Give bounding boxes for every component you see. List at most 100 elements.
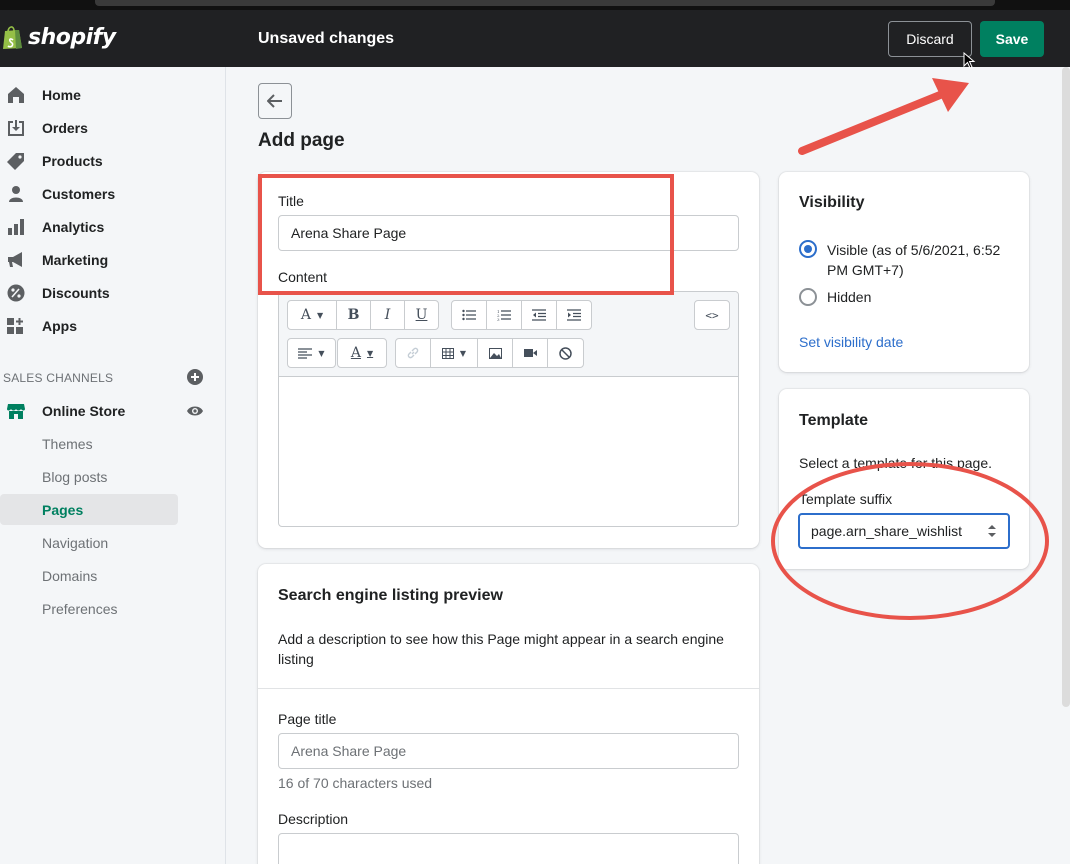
html-view-button[interactable]: <> [695,301,729,329]
align-left-icon [298,347,313,359]
rich-text-editor: A ▼ B I U 123 <> ▼ A ▼ ▼ [278,291,739,527]
shopify-wordmark: shopify [28,24,116,50]
sidebar-item-products[interactable]: Products [0,144,226,177]
svg-text:3: 3 [497,317,500,321]
image-icon [488,347,502,359]
sidebar-subitem-label: Blog posts [42,468,108,485]
sidebar-subitem-label: Themes [42,435,93,452]
sidebar-item-label: Apps [42,317,77,334]
indent-icon [567,309,581,321]
no-format-icon [559,346,572,360]
shopify-logo[interactable]: shopify [2,24,116,50]
underline-button[interactable]: U [405,301,438,329]
arrow-left-icon [267,94,282,108]
title-input[interactable]: Arena Share Page [278,215,739,251]
sidebar-item-apps[interactable]: Apps [0,309,226,342]
seo-divider [258,688,759,689]
save-arrow-head [932,78,969,112]
mouse-cursor-icon [963,52,976,69]
sidebar: Home Orders Products Customers Analytics… [0,67,226,864]
browser-strip [0,0,1070,10]
text-color-letter: A [350,345,361,361]
clear-formatting-button[interactable] [548,339,583,367]
sidebar-subitem-themes[interactable]: Themes [0,428,178,459]
font-letter: A [300,307,311,323]
font-size-button[interactable]: A ▼ [288,301,337,329]
set-visibility-date-link[interactable]: Set visibility date [799,334,903,350]
sidebar-subitem-pages[interactable]: Pages [0,494,178,525]
italic-button[interactable]: I [371,301,405,329]
sidebar-subitem-label: Domains [42,567,98,584]
bar-chart-icon [8,218,24,235]
title-label: Title [278,193,304,209]
sidebar-item-discounts[interactable]: Discounts [0,276,226,309]
visible-radio-label: Visible (as of 5/6/2021, 6:52 PM GMT+7) [827,242,1001,278]
link-icon [407,347,419,359]
seo-description: Add a description to see how this Page m… [278,631,724,667]
template-suffix-select[interactable]: page.arn_share_wishlist [798,513,1010,549]
orders-icon [8,119,24,136]
format-group: A ▼ B I U [287,300,439,330]
sidebar-item-label: Home [42,86,81,103]
description-input[interactable] [278,833,739,864]
sidebar-item-customers[interactable]: Customers [0,177,226,210]
page-scrollbar[interactable] [1062,67,1070,707]
sidebar-item-marketing[interactable]: Marketing [0,243,226,276]
chevron-down-icon: ▼ [459,348,467,358]
megaphone-icon [8,251,22,267]
outdent-button[interactable] [522,301,557,329]
numbered-list-icon: 123 [497,309,511,321]
description-label: Description [278,811,349,827]
outdent-icon [532,309,546,321]
eye-icon[interactable] [186,404,204,418]
save-button[interactable]: Save [980,21,1044,57]
bold-button[interactable]: B [337,301,371,329]
link-button[interactable] [396,339,431,367]
sidebar-subitem-navigation[interactable]: Navigation [0,527,178,558]
unsaved-changes-label: Unsaved changes [258,30,395,47]
home-icon [8,86,24,103]
align-group: ▼ [287,338,336,368]
discard-button[interactable]: Discard [888,21,972,57]
sidebar-item-label: Orders [42,119,88,136]
align-button[interactable]: ▼ [288,339,335,367]
browser-strip-inner [95,0,995,6]
page-title-input[interactable]: Arena Share Page [278,733,739,769]
insert-video-button[interactable] [513,339,548,367]
shopify-bag-icon [3,26,22,49]
numbered-list-button[interactable]: 123 [487,301,522,329]
insert-image-button[interactable] [478,339,513,367]
text-color-button[interactable]: A ▼ [338,339,386,367]
table-button[interactable]: ▼ [431,339,478,367]
indent-button[interactable] [557,301,591,329]
sidebar-item-orders[interactable]: Orders [0,111,226,144]
video-icon [523,349,537,357]
bullet-list-button[interactable] [452,301,487,329]
list-group: 123 [451,300,592,330]
add-channel-plus-icon[interactable] [187,369,203,385]
sidebar-subitem-label: Preferences [42,600,118,617]
store-icon [7,403,25,419]
sidebar-subitem-domains[interactable]: Domains [0,560,178,591]
top-bar: shopify Unsaved changes Discard Save [0,10,1070,67]
sidebar-subitem-blog-posts[interactable]: Blog posts [0,461,178,492]
sidebar-item-label: Products [42,152,103,169]
sidebar-subitem-label: Pages [42,501,84,518]
editor-body[interactable] [279,378,738,526]
discount-icon [7,284,25,301]
hidden-radio[interactable] [799,288,817,306]
sidebar-item-label: Customers [42,185,116,202]
html-group: <> [694,300,730,330]
sidebar-item-home[interactable]: Home [0,78,226,111]
template-heading: Template [799,412,869,429]
sidebar-subitem-preferences[interactable]: Preferences [0,593,178,624]
back-button[interactable] [258,83,292,119]
page-title: Add page [258,130,345,151]
color-group: A ▼ [337,338,387,368]
visible-radio[interactable] [799,240,817,258]
chevron-down-icon: ▼ [318,348,325,358]
apps-icon [7,317,23,334]
select-arrows-icon [988,525,996,537]
sidebar-item-analytics[interactable]: Analytics [0,210,226,243]
template-description: Select a template for this page. [799,455,992,471]
